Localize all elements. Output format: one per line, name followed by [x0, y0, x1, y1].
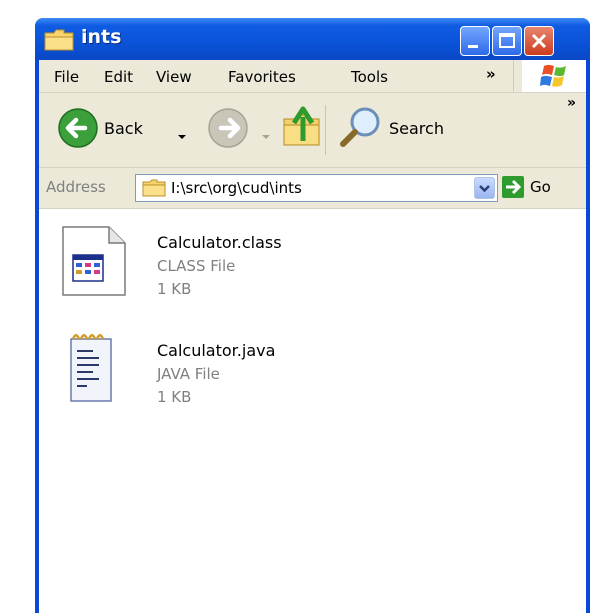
standard-toolbar: Back Search » — [39, 93, 586, 168]
windows-flag-icon — [540, 64, 566, 87]
file-name: Calculator.java — [157, 341, 276, 360]
menubar-divider — [513, 60, 514, 92]
search-label: Search — [389, 119, 444, 138]
file-item-calculator-java[interactable]: Calculator.java JAVA File 1 KB — [39, 333, 439, 433]
windows-logo — [522, 60, 586, 92]
chevron-down-icon — [479, 185, 490, 193]
search-button[interactable]: Search — [335, 103, 475, 153]
forward-button[interactable] — [199, 105, 259, 153]
file-name: Calculator.class — [157, 233, 282, 252]
file-item-calculator-class[interactable]: Calculator.class CLASS File 1 KB — [39, 225, 439, 325]
up-folder-icon — [283, 106, 320, 146]
menu-favorites[interactable]: Favorites — [228, 68, 296, 86]
folder-icon — [142, 179, 166, 197]
file-size: 1 KB — [157, 388, 192, 406]
back-button[interactable]: Back — [47, 105, 177, 153]
up-folder-button[interactable] — [281, 103, 323, 151]
minimize-button[interactable] — [460, 26, 490, 56]
explorer-window: ints File Edit View Favorites Tools » Ba… — [35, 18, 590, 613]
menu-view[interactable]: View — [156, 68, 192, 86]
file-size: 1 KB — [157, 280, 192, 298]
window-title: ints — [81, 26, 122, 48]
menu-file[interactable]: File — [54, 68, 79, 86]
file-view[interactable]: Calculator.class CLASS File 1 KB Calcula… — [39, 209, 586, 613]
menu-overflow-chevron[interactable]: » — [486, 65, 496, 83]
go-arrow-icon[interactable] — [502, 176, 524, 198]
arrow-right-icon — [506, 179, 522, 195]
address-input[interactable]: I:\src\org\cud\ints — [135, 174, 498, 202]
address-label: Address — [46, 178, 106, 196]
file-type: CLASS File — [157, 257, 236, 275]
search-icon — [340, 107, 380, 147]
java-file-icon — [70, 334, 112, 402]
forward-arrow-icon — [208, 108, 248, 148]
class-file-icon — [62, 226, 126, 296]
maximize-button[interactable] — [492, 26, 522, 56]
back-history-dropdown[interactable] — [178, 135, 186, 139]
close-button[interactable] — [524, 26, 554, 56]
address-value: I:\src\org\cud\ints — [171, 179, 302, 197]
go-button[interactable]: Go — [530, 178, 551, 196]
file-type: JAVA File — [157, 365, 220, 383]
address-bar: Address I:\src\org\cud\ints Go — [39, 168, 586, 209]
back-label: Back — [104, 119, 143, 138]
menu-bar: File Edit View Favorites Tools » — [39, 60, 586, 93]
minimize-icon — [468, 45, 478, 48]
title-bar[interactable]: ints — [35, 18, 590, 60]
forward-history-dropdown[interactable] — [262, 135, 270, 139]
address-dropdown-button[interactable] — [474, 177, 495, 199]
toolbar-divider — [325, 105, 326, 155]
maximize-icon — [499, 33, 515, 48]
window-body: File Edit View Favorites Tools » Back Se… — [39, 60, 586, 613]
back-arrow-icon — [58, 108, 98, 148]
close-icon — [531, 33, 547, 49]
toolbar-overflow-chevron[interactable]: » — [567, 95, 576, 111]
menu-tools[interactable]: Tools — [351, 68, 388, 86]
folder-icon — [44, 29, 74, 51]
menu-edit[interactable]: Edit — [104, 68, 133, 86]
